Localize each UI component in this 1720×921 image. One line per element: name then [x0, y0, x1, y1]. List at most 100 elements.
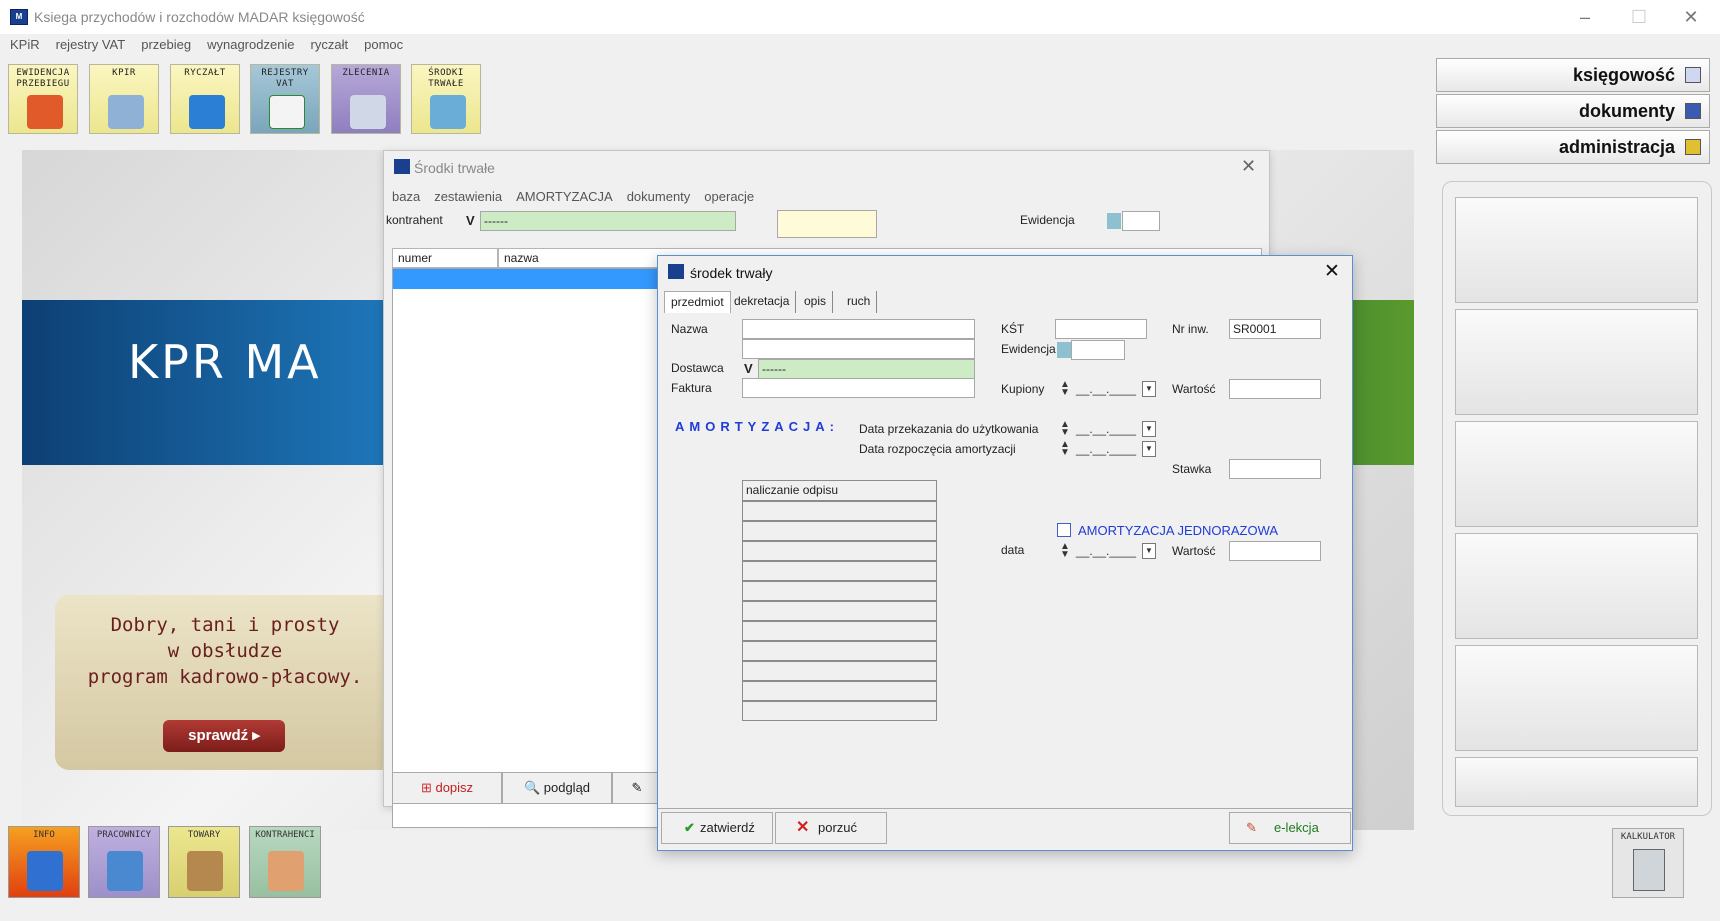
rejestry-vat-button[interactable]: REJESTRY VAT: [250, 64, 320, 134]
dropdown-icon[interactable]: ▼: [1142, 421, 1156, 437]
dostawca-check-icon[interactable]: V: [744, 360, 758, 378]
zatwierdz-button[interactable]: ✔ zatwierdź: [661, 812, 773, 844]
administracja-button[interactable]: administracja: [1436, 130, 1710, 164]
wartosc2-field[interactable]: [1229, 541, 1321, 561]
dokumenty-button[interactable]: dokumenty: [1436, 94, 1710, 128]
grid-row[interactable]: [742, 641, 937, 661]
grid-row[interactable]: [742, 621, 937, 641]
kontrahenci-button[interactable]: KONTRAHENCI: [249, 826, 321, 898]
spin-icon[interactable]: ▲ ▼: [1060, 440, 1070, 458]
dopisz-button[interactable]: ⊞ dopisz: [392, 772, 502, 804]
wartosc-field[interactable]: [1229, 379, 1321, 399]
ewidencja-przebiegu-button[interactable]: EWIDENCJA PRZEBIEGU: [8, 64, 78, 134]
info-button[interactable]: INFO: [8, 826, 80, 898]
menu-pomoc[interactable]: pomoc: [364, 34, 403, 56]
tab-ruch[interactable]: ruch: [841, 291, 878, 313]
filter-check-icon[interactable]: V: [466, 212, 480, 230]
edit-button[interactable]: ✎: [612, 772, 662, 804]
info-label: INFO: [33, 830, 55, 840]
calculator-icon: [1633, 849, 1665, 891]
column-header-numer[interactable]: numer: [392, 248, 498, 268]
zlecenia-button[interactable]: ZLECENIA: [331, 64, 401, 134]
window-title: Ksiega przychodów i rozchodów MADAR księ…: [34, 9, 365, 25]
e-lekcja-button[interactable]: ✎ e-lekcja: [1229, 812, 1351, 844]
side-slot[interactable]: [1455, 533, 1698, 639]
grid-row[interactable]: [742, 581, 937, 601]
ryczalt-button[interactable]: RYCZAŁT: [170, 64, 240, 134]
side-slot[interactable]: [1455, 421, 1698, 527]
menu-zestawienia[interactable]: zestawienia: [434, 189, 502, 204]
ewidencja-filter-icon[interactable]: [1057, 342, 1071, 358]
data-rozpoczecia-date[interactable]: ▲ ▼ __.__.____ ▼: [1060, 439, 1156, 459]
tab-przedmiot[interactable]: przedmiot: [664, 291, 731, 313]
ewidencja-field[interactable]: [1122, 211, 1160, 231]
menu-kpir[interactable]: KPiR: [10, 34, 40, 56]
tab-opis[interactable]: opis: [798, 291, 834, 313]
nazwa-field-2[interactable]: [742, 339, 975, 359]
documents-icon: [1685, 103, 1701, 119]
menu-rejestry-vat[interactable]: rejestry VAT: [56, 34, 126, 56]
data-przekazania-date[interactable]: ▲ ▼ __.__.____ ▼: [1060, 419, 1156, 439]
menu-baza[interactable]: baza: [392, 189, 420, 204]
side-slot[interactable]: [1455, 309, 1698, 415]
dropdown-icon[interactable]: ▼: [1142, 441, 1156, 457]
towary-button[interactable]: TOWARY: [168, 826, 240, 898]
grid-row[interactable]: [742, 561, 937, 581]
spin-icon[interactable]: ▲ ▼: [1060, 420, 1070, 438]
spin-icon[interactable]: ▲ ▼: [1060, 542, 1070, 560]
calculator-button[interactable]: KALKULATOR: [1612, 828, 1684, 898]
close-icon[interactable]: ✕: [1324, 260, 1340, 283]
menu-amortyzacja[interactable]: AMORTYZACJA: [516, 189, 613, 204]
kst-field[interactable]: [1055, 319, 1147, 339]
dropdown-icon[interactable]: ▼: [1142, 543, 1156, 559]
menu-wynagrodzenie[interactable]: wynagrodzenie: [207, 34, 294, 56]
data-rozpoczecia-label: Data rozpoczęcia amortyzacji: [859, 442, 1016, 456]
grid-row[interactable]: [742, 541, 937, 561]
ewidencja-field[interactable]: [1071, 340, 1125, 360]
search-field[interactable]: [777, 210, 877, 238]
dialog-title: środek trwały: [690, 265, 773, 281]
minimize-icon[interactable]: –: [1562, 6, 1608, 28]
dostawca-field[interactable]: ------: [758, 359, 975, 379]
date-value: __.__.____: [1076, 544, 1137, 558]
data-przekazania-label: Data przekazania do użytkowania: [859, 422, 1039, 436]
menu-przebieg[interactable]: przebieg: [141, 34, 191, 56]
amort-jednorazowa-checkbox[interactable]: [1057, 523, 1071, 537]
grid-row[interactable]: [742, 601, 937, 621]
ewidencja-filter-icon[interactable]: [1107, 213, 1121, 229]
menu-ryczalt[interactable]: ryczałt: [311, 34, 349, 56]
grid-row[interactable]: [742, 521, 937, 541]
side-slot[interactable]: [1455, 645, 1698, 751]
pracownicy-button[interactable]: PRACOWNICY: [88, 826, 160, 898]
sprawdz-label: sprawdź: [188, 727, 249, 744]
side-slot[interactable]: [1455, 757, 1698, 807]
close-icon[interactable]: ✕: [1668, 6, 1714, 28]
faktura-field[interactable]: [742, 378, 975, 398]
stawka-field[interactable]: [1229, 459, 1321, 479]
grid-row[interactable]: [742, 501, 937, 521]
grid-row[interactable]: [742, 681, 937, 701]
kpir-button[interactable]: KPIR: [89, 64, 159, 134]
kontrahent-field[interactable]: ------: [480, 211, 736, 231]
ledger-icon: [1685, 67, 1701, 83]
srodki-trwale-button[interactable]: ŚRODKI TRWAŁE: [411, 64, 481, 134]
podglad-button[interactable]: 🔍 podgląd: [502, 772, 612, 804]
porzuc-button[interactable]: ✕ porzuć: [775, 812, 887, 844]
jednorazowa-date[interactable]: ▲ ▼ __.__.____ ▼: [1060, 541, 1156, 561]
menu-dokumenty[interactable]: dokumenty: [627, 189, 691, 204]
side-slot[interactable]: [1455, 197, 1698, 303]
menu-operacje[interactable]: operacje: [704, 189, 754, 204]
maximize-icon[interactable]: ☐: [1616, 6, 1662, 28]
grid-row[interactable]: [742, 661, 937, 681]
kupiony-date[interactable]: ▲ ▼ __.__.____ ▼: [1060, 379, 1156, 399]
toolbar-label: REJESTRY VAT: [261, 68, 309, 89]
dropdown-icon[interactable]: ▼: [1142, 381, 1156, 397]
nazwa-field[interactable]: [742, 319, 975, 339]
nr-inw-field[interactable]: SR0001: [1229, 319, 1321, 339]
spin-icon[interactable]: ▲ ▼: [1060, 380, 1070, 398]
sprawdz-button[interactable]: sprawdź ▸: [163, 720, 285, 752]
grid-row[interactable]: [742, 701, 937, 721]
close-icon[interactable]: ✕: [1241, 156, 1256, 177]
ksiegowosc-button[interactable]: księgowość: [1436, 58, 1710, 92]
tab-dekretacja[interactable]: dekretacja: [728, 291, 797, 313]
